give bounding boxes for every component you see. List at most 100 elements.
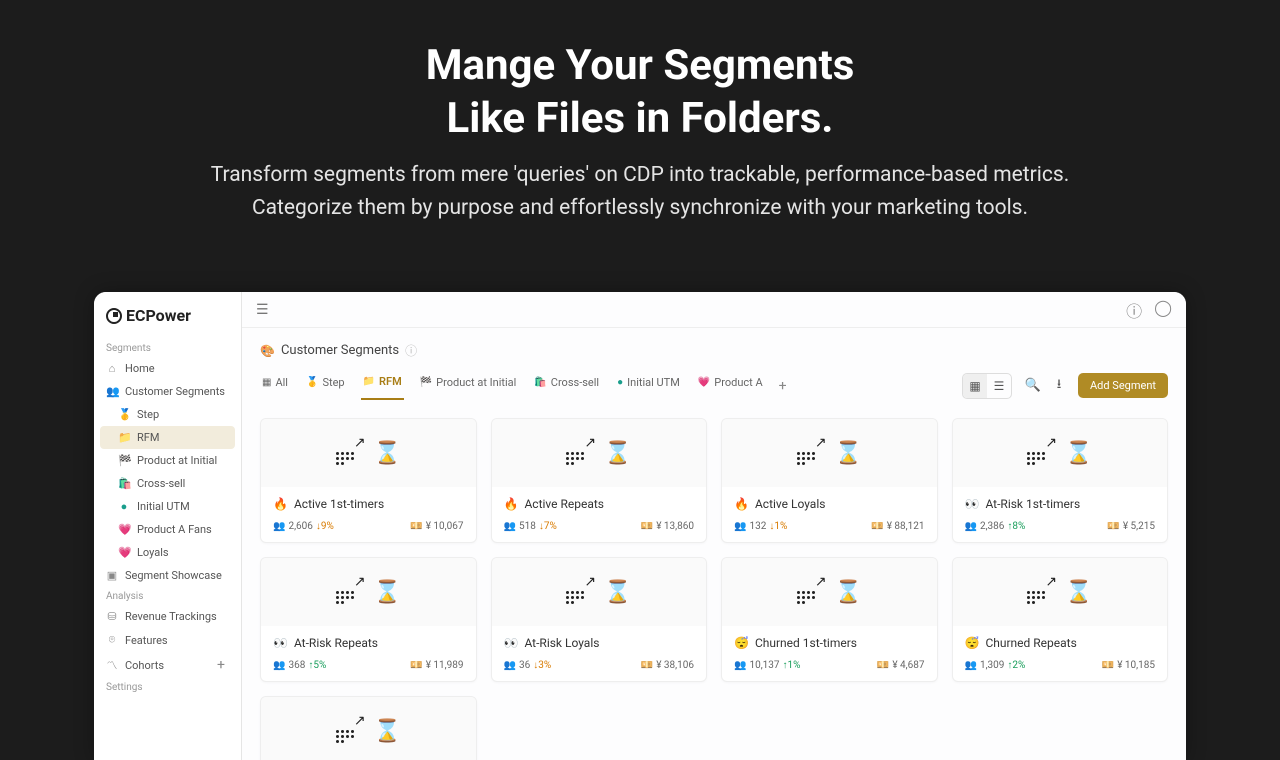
people-icon: 👥 (504, 521, 516, 532)
brand-logo[interactable]: ECPower (94, 306, 241, 339)
card-count: 👥36 ↓3% (504, 660, 552, 671)
segment-emoji-icon: 🔥 (734, 497, 749, 511)
grid-icon: ▦ (262, 377, 271, 388)
money-icon: 💴 (1107, 521, 1119, 532)
card-title: 🔥Active Loyals (734, 497, 925, 511)
tab-rfm[interactable]: 📁RFM (361, 371, 404, 400)
card-stats: 👥132 ↓1%💴¥ 88,121 (734, 521, 925, 532)
card-count: 👥1,309 ↑2% (965, 660, 1026, 671)
sidebar-item-revenue-trackings[interactable]: ⛁Revenue Trackings (94, 605, 241, 628)
card-amount: 💴¥ 5,215 (1107, 521, 1155, 532)
medal-icon: 🥇 (306, 377, 318, 388)
brand-text: ECPower (126, 306, 191, 325)
segment-card[interactable]: ⌛👀At-Risk 1st-timers👥2,386 ↑8%💴¥ 5,215 (952, 418, 1169, 543)
list-view-button[interactable]: ☰ (987, 374, 1011, 398)
tab-product-initial[interactable]: 🏁Product at Initial (418, 372, 519, 399)
hamburger-icon[interactable]: ☰ (256, 302, 269, 318)
breadcrumb: 🎨 Customer Segments ⓘ (242, 328, 1186, 363)
home-icon: ⌂ (106, 362, 118, 375)
segment-card[interactable]: ⌛👀At-Risk Loyals👥36 ↓3%💴¥ 38,106 (491, 557, 708, 682)
tab-cross-sell[interactable]: 🛍️Cross-sell (532, 372, 601, 399)
avatar-icon[interactable]: ◯ (1154, 298, 1172, 322)
sidebar-item-features[interactable]: ⌾Features (94, 628, 241, 652)
sidebar-item-home[interactable]: ⌂Home (94, 357, 241, 380)
card-amount: 💴¥ 11,989 (410, 660, 463, 671)
card-amount: 💴¥ 4,687 (877, 660, 925, 671)
heart-icon: 💗 (118, 546, 130, 559)
tabs: ▦All 🥇Step 📁RFM 🏁Product at Initial 🛍️Cr… (260, 371, 787, 400)
segment-card[interactable]: ⌛🔥Active Repeats👥518 ↓7%💴¥ 13,860 (491, 418, 708, 543)
app-window: ECPower Segments ⌂Home 👥Customer Segment… (94, 292, 1186, 760)
add-tab-button[interactable]: + (779, 378, 787, 394)
sidebar-item-product-initial[interactable]: 🏁Product at Initial (94, 449, 241, 472)
sidebar-item-loyals[interactable]: 💗Loyals (94, 541, 241, 564)
money-icon: 💴 (641, 660, 653, 671)
card-title: 😴Churned Repeats (965, 636, 1156, 650)
card-hero: ⌛ (953, 419, 1168, 487)
sidebar-item-rfm[interactable]: 📁RFM (100, 426, 235, 449)
segment-emoji-icon: 😴 (965, 636, 980, 650)
info-icon[interactable]: ⓘ (1126, 298, 1142, 322)
toolbar-right: ▦ ☰ 🔍 ⭳ Add Segment (962, 373, 1168, 399)
card-amount: 💴¥ 10,067 (410, 521, 463, 532)
database-icon: ⛁ (106, 610, 118, 623)
money-icon: 💴 (410, 521, 422, 532)
segment-card[interactable]: ⌛ (260, 696, 477, 760)
help-icon[interactable]: ⓘ (405, 342, 417, 359)
dot-icon: ● (617, 377, 623, 388)
tab-product-a[interactable]: 💗Product A (696, 372, 765, 399)
segment-card[interactable]: ⌛👀At-Risk Repeats👥368 ↑5%💴¥ 11,989 (260, 557, 477, 682)
sidebar-section-settings: Settings (94, 678, 241, 696)
segment-emoji-icon: 👀 (965, 497, 980, 511)
sidebar-item-cohorts[interactable]: 〽Cohorts+ (94, 652, 241, 678)
breadcrumb-text: Customer Segments (281, 343, 399, 358)
card-stats: 👥10,137 ↑1%💴¥ 4,687 (734, 660, 925, 671)
segment-card[interactable]: ⌛ 🔥Active Loyals 👥132 ↓1%💴¥ 88,121 (721, 418, 938, 543)
search-button[interactable]: 🔍 (1020, 373, 1046, 399)
card-count: 👥132 ↓1% (734, 521, 787, 532)
sidebar-item-customer-segments[interactable]: 👥Customer Segments (94, 380, 241, 403)
sidebar-section-segments: Segments (94, 339, 241, 357)
folder-icon: 📁 (363, 376, 375, 387)
card-count: 👥518 ↓7% (504, 521, 557, 532)
brand-icon (106, 308, 122, 324)
hero-title: Mange Your Segments Like Files in Folder… (0, 40, 1280, 145)
badge-icon: ⌾ (106, 633, 118, 647)
segment-emoji-icon: 👀 (273, 636, 288, 650)
segment-card[interactable]: ⌛ 😴Churned Repeats 👥1,309 ↑2% 💴¥ 10,185 (952, 557, 1169, 682)
segment-emoji-icon: 🔥 (504, 497, 519, 511)
filter-bar: ▦All 🥇Step 📁RFM 🏁Product at Initial 🛍️Cr… (242, 363, 1186, 400)
segment-card[interactable]: ⌛😴Churned 1st-timers👥10,137 ↑1%💴¥ 4,687 (721, 557, 938, 682)
showcase-icon: ▣ (106, 569, 118, 582)
card-amount: 💴¥ 10,185 (1102, 660, 1155, 671)
sidebar-section-analysis: Analysis (94, 587, 241, 605)
sidebar-item-cross-sell[interactable]: 🛍️Cross-sell (94, 472, 241, 495)
card-hero: ⌛ (722, 419, 937, 487)
people-icon: 👥 (734, 660, 746, 671)
tab-step[interactable]: 🥇Step (304, 372, 347, 399)
people-icon: 👥 (965, 660, 977, 671)
money-icon: 💴 (877, 660, 889, 671)
sidebar-item-initial-utm[interactable]: ●Initial UTM (94, 495, 241, 518)
sidebar-item-step[interactable]: 🥇Step (94, 403, 241, 426)
plus-icon[interactable]: + (217, 657, 229, 673)
tab-initial-utm[interactable]: ●Initial UTM (615, 372, 682, 399)
dot-icon: ● (118, 500, 130, 513)
add-segment-button[interactable]: Add Segment (1078, 373, 1168, 398)
medal-icon: 🥇 (118, 408, 130, 421)
download-button[interactable]: ⭳ (1046, 373, 1072, 399)
sidebar-item-product-a-fans[interactable]: 💗Product A Fans (94, 518, 241, 541)
card-stats: 👥2,606 ↓9% 💴¥ 10,067 (273, 521, 464, 532)
card-hero: ⌛ (261, 697, 476, 760)
grid-view-button[interactable]: ▦ (963, 374, 987, 398)
card-hero: ⌛ (953, 558, 1168, 626)
tab-all[interactable]: ▦All (260, 372, 290, 399)
card-count: 👥2,606 ↓9% (273, 521, 334, 532)
sidebar-item-segment-showcase[interactable]: ▣Segment Showcase (94, 564, 241, 587)
card-count: 👥2,386 ↑8% (965, 521, 1026, 532)
flag-icon: 🏁 (118, 454, 130, 467)
chart-icon: 〽 (106, 657, 118, 673)
segment-card[interactable]: ⌛🔥Active 1st-timers👥2,606 ↓9%💴¥ 10,067 (260, 418, 477, 543)
people-icon: 👥 (504, 660, 516, 671)
card-hero: ⌛ (261, 419, 476, 487)
